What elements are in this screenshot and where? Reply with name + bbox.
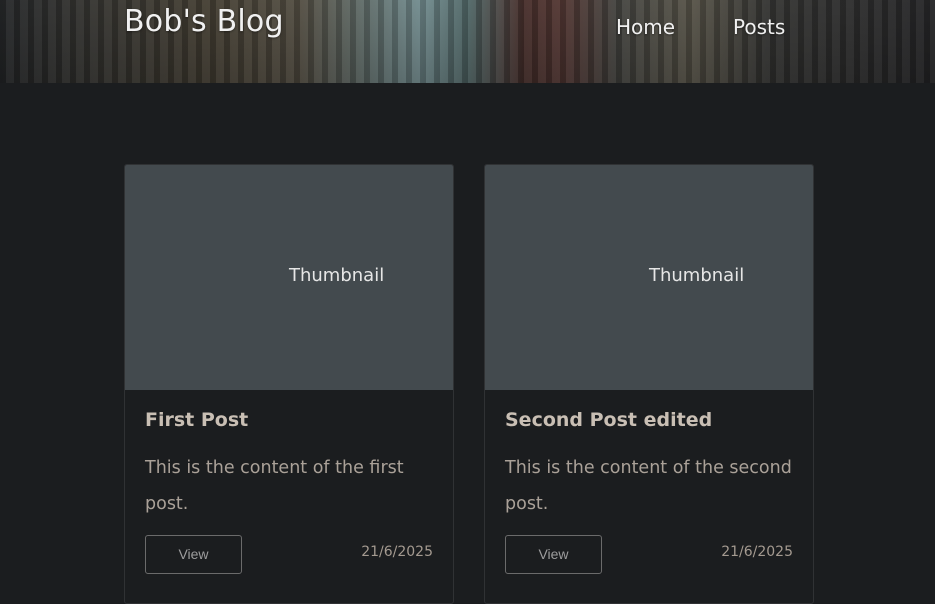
view-post-button[interactable]: View [505, 535, 602, 574]
post-title: Second Post edited [505, 409, 713, 431]
post-date: 21/6/2025 [361, 544, 433, 560]
post-thumbnail: Thumbnail [125, 165, 453, 390]
post-content: This is the content of the first post. [145, 458, 404, 514]
view-post-button[interactable]: View [145, 535, 242, 574]
post-date: 21/6/2025 [721, 544, 793, 560]
post-card: Thumbnail First Post This is the content… [124, 164, 454, 604]
nav-link-posts[interactable]: Posts [733, 15, 785, 39]
thumbnail-label: Thumbnail [649, 265, 745, 286]
post-card: Thumbnail Second Post edited This is the… [484, 164, 814, 604]
post-content: This is the content of the second post. [505, 458, 792, 514]
thumbnail-label: Thumbnail [289, 265, 385, 286]
post-thumbnail: Thumbnail [485, 165, 813, 390]
header-banner: Bob's Blog Home Posts [0, 0, 935, 83]
post-title: First Post [145, 409, 249, 431]
nav-link-home[interactable]: Home [616, 15, 675, 39]
site-header: Bob's Blog Home Posts [0, 0, 935, 83]
site-brand[interactable]: Bob's Blog [124, 4, 284, 39]
